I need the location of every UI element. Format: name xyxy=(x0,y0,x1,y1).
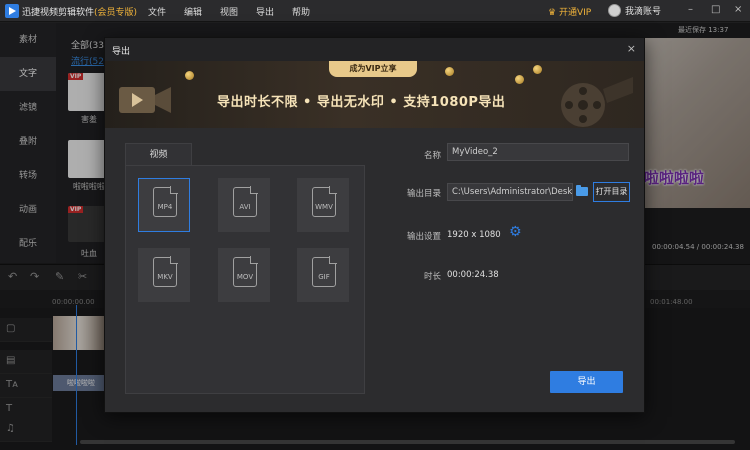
menu-file[interactable]: 文件 xyxy=(148,5,184,18)
file-icon xyxy=(312,256,337,287)
file-icon xyxy=(153,256,178,287)
minimize-button[interactable]: – xyxy=(688,4,693,15)
gear-icon[interactable]: ⚙ xyxy=(509,225,522,239)
close-window-button[interactable]: × xyxy=(734,4,742,15)
format-mp4[interactable]: MP4 xyxy=(138,178,190,232)
name-field[interactable] xyxy=(447,143,629,161)
format-label: MOV xyxy=(236,273,254,281)
duration-label: 时长 xyxy=(423,272,441,282)
format-wmv[interactable]: WMV xyxy=(297,178,349,232)
format-label: AVI xyxy=(239,203,251,211)
dialog-title: 导出 xyxy=(112,47,131,57)
open-vip-button[interactable]: 开通VIP xyxy=(548,5,591,18)
output-resolution: 1920 x 1080 xyxy=(447,230,501,240)
export-dialog: 导出 × 成为VIP立享 导出时长不限 • 导出无水印 • 支持1080P导出 … xyxy=(104,37,645,413)
coin-decoration xyxy=(445,67,454,76)
app-name: 迅捷视频剪辑软件 xyxy=(22,8,95,18)
user-name: 我滴账号 xyxy=(625,7,662,17)
output-dir-label: 输出目录 xyxy=(406,189,441,199)
video-camera-icon xyxy=(119,87,171,113)
format-label: WMV xyxy=(315,203,333,211)
film-reel-icon xyxy=(561,77,633,127)
menu-view[interactable]: 视图 xyxy=(220,5,256,18)
coin-decoration xyxy=(185,71,194,80)
open-directory-button[interactable]: 打开目录 xyxy=(593,182,630,202)
file-icon xyxy=(312,186,337,217)
close-icon[interactable]: × xyxy=(627,42,636,55)
menu-help[interactable]: 帮助 xyxy=(292,5,328,18)
output-dir-field[interactable] xyxy=(447,183,573,201)
export-button[interactable]: 导出 xyxy=(550,371,623,393)
format-label: GIF xyxy=(318,273,330,281)
tab-video[interactable]: 视频 xyxy=(125,143,192,165)
dialog-header: 导出 × xyxy=(105,38,644,61)
duration-value: 00:00:24.38 xyxy=(447,270,499,280)
output-settings-label: 输出设置 xyxy=(406,232,441,242)
title-bar: 迅捷视频剪辑软件(会员专版) 文件 编辑 视图 导出 帮助 开通VIP 我滴账号… xyxy=(0,0,750,22)
file-icon xyxy=(233,256,258,287)
coin-decoration xyxy=(533,65,542,74)
format-label: MP4 xyxy=(157,203,173,211)
app-title: 迅捷视频剪辑软件(会员专版) xyxy=(22,5,137,18)
format-avi[interactable]: AVI xyxy=(218,178,270,232)
file-icon xyxy=(233,186,258,217)
app-logo-icon xyxy=(5,4,19,18)
format-grid: MP4 AVI WMV MKV MOV GIF xyxy=(125,165,365,394)
vip-banner[interactable]: 成为VIP立享 导出时长不限 • 导出无水印 • 支持1080P导出 xyxy=(105,61,644,128)
menu-bar: 文件 编辑 视图 导出 帮助 xyxy=(148,5,328,18)
format-gif[interactable]: GIF xyxy=(297,248,349,302)
app-edition: (会员专版) xyxy=(94,8,138,18)
file-icon xyxy=(153,186,178,217)
format-label: MKV xyxy=(157,273,173,281)
format-mov[interactable]: MOV xyxy=(218,248,270,302)
folder-icon[interactable] xyxy=(576,185,588,196)
maximize-button[interactable]: □ xyxy=(711,4,720,15)
format-mkv[interactable]: MKV xyxy=(138,248,190,302)
menu-export[interactable]: 导出 xyxy=(256,5,292,18)
name-label: 名称 xyxy=(423,151,441,161)
menu-edit[interactable]: 编辑 xyxy=(184,5,220,18)
avatar xyxy=(608,4,621,17)
user-account[interactable]: 我滴账号 xyxy=(608,4,661,17)
vip-pill: 成为VIP立享 xyxy=(329,61,417,77)
banner-text: 导出时长不限 • 导出无水印 • 支持1080P导出 xyxy=(217,95,506,110)
coin-decoration xyxy=(515,75,524,84)
